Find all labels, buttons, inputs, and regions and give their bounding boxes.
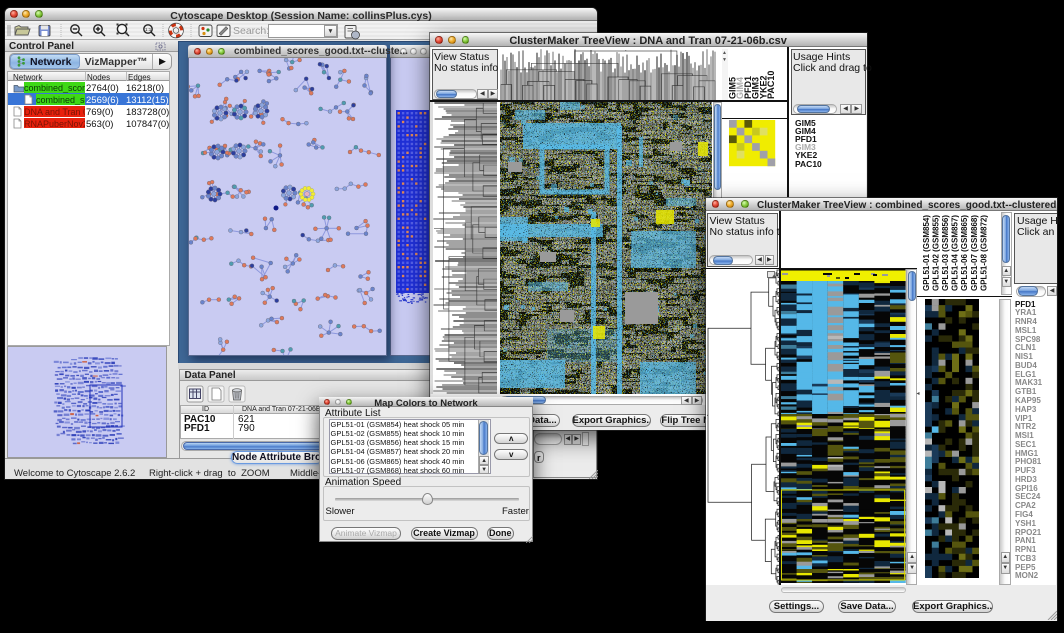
- svg-text:GPL51-02 (GSM855): GPL51-02 (GSM855): [932, 215, 941, 291]
- svg-text:PAC10: PAC10: [766, 71, 776, 99]
- svg-text:GPL51-08 (GSM872): GPL51-08 (GSM872): [979, 215, 988, 291]
- svg-text:GPL51-07 (GSM868): GPL51-07 (GSM868): [970, 215, 979, 291]
- svg-text:1:1: 1:1: [145, 27, 152, 32]
- svg-text:GPL51-01 (GSM854): GPL51-01 (GSM854): [922, 215, 931, 291]
- svg-text:GPL51-03 (GSM856): GPL51-03 (GSM856): [941, 215, 950, 291]
- svg-text:GPL51-06 (GSM865): GPL51-06 (GSM865): [960, 215, 969, 291]
- svg-text:GPL51-04 (GSM857): GPL51-04 (GSM857): [951, 215, 960, 291]
